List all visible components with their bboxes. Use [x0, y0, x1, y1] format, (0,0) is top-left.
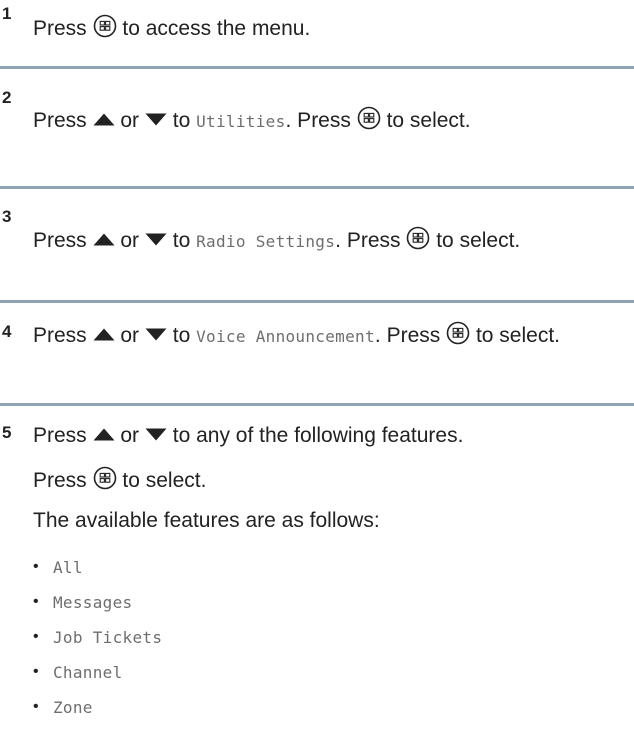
text-to: to: [172, 109, 191, 132]
up-arrow-icon: [93, 113, 115, 126]
text-press: . Press: [335, 229, 401, 252]
text-to: to: [172, 229, 191, 252]
text-press: Press: [33, 109, 87, 132]
up-arrow-icon: [93, 233, 115, 246]
step-text: Press or to Utilities. Press to select.: [33, 106, 628, 137]
list-item: • Channel: [33, 663, 162, 698]
text-select: to select.: [122, 469, 207, 492]
step-number: 2: [2, 88, 12, 107]
menu-ok-button-icon: [93, 14, 117, 38]
down-arrow-icon: [145, 328, 167, 341]
bullet-icon: •: [33, 698, 39, 715]
bullet-icon: •: [33, 663, 39, 680]
menu-ok-button-icon: [357, 106, 381, 130]
menu-ok-button-icon: [446, 321, 470, 345]
up-arrow-icon: [93, 328, 115, 341]
feature-channel: Channel: [53, 663, 123, 682]
text-access-menu: to access the menu.: [122, 17, 311, 40]
bullet-icon: •: [33, 558, 39, 575]
step-number: 5: [2, 423, 12, 442]
text-press: Press: [33, 17, 87, 40]
text-to: to: [172, 324, 191, 347]
text-any-features: to any of the following features.: [172, 424, 464, 447]
list-item: • All: [33, 558, 162, 593]
down-arrow-icon: [145, 233, 167, 246]
feature-messages: Messages: [53, 593, 133, 612]
bullet-icon: •: [33, 628, 39, 645]
step-text: Press or to Voice Announcement. Press to…: [33, 315, 633, 358]
text-or: or: [120, 424, 140, 447]
text-or: or: [120, 109, 140, 132]
menu-item-utilities: Utilities: [196, 112, 286, 131]
text-or: or: [120, 229, 140, 252]
up-arrow-icon: [93, 428, 115, 441]
feature-job-tickets: Job Tickets: [53, 628, 163, 647]
divider: [0, 186, 634, 189]
step-subline: Press to select.: [33, 466, 206, 496]
text-select: to select.: [475, 324, 560, 347]
step-number: 3: [2, 207, 12, 226]
step-number: 1: [2, 4, 12, 23]
divider: [0, 66, 634, 69]
text-select: to select.: [436, 229, 521, 252]
list-item: • Job Tickets: [33, 628, 162, 663]
features-intro: The available features are as follows:: [33, 509, 380, 532]
bullet-icon: •: [33, 593, 39, 610]
step-text: Press or to Radio Settings. Press to sel…: [33, 226, 633, 257]
text-select: to select.: [386, 109, 471, 132]
feature-list: • All • Messages • Job Tickets • Channel • Zo…: [33, 558, 162, 733]
text-press: Press: [33, 424, 87, 447]
down-arrow-icon: [145, 113, 167, 126]
step-number: 4: [2, 322, 12, 341]
divider: [0, 403, 634, 406]
text-press: Press: [33, 469, 87, 492]
text-press: . Press: [374, 324, 441, 347]
step-text: Press or to any of the following feature…: [33, 421, 632, 451]
menu-item-voice-announcement: Voice Announcement: [196, 327, 375, 346]
text-press: Press: [33, 324, 87, 347]
list-item: • Messages: [33, 593, 162, 628]
down-arrow-icon: [145, 428, 167, 441]
menu-item-radio-settings: Radio Settings: [196, 232, 336, 251]
divider: [0, 300, 634, 303]
feature-all: All: [53, 558, 83, 577]
feature-zone: Zone: [53, 698, 93, 717]
list-item: • Zone: [33, 698, 162, 733]
text-or: or: [120, 324, 140, 347]
text-press: . Press: [285, 109, 351, 132]
menu-ok-button-icon: [93, 466, 117, 490]
menu-ok-button-icon: [406, 226, 430, 250]
text-press: Press: [33, 229, 87, 252]
step-text: Press to access the menu.: [33, 14, 632, 44]
